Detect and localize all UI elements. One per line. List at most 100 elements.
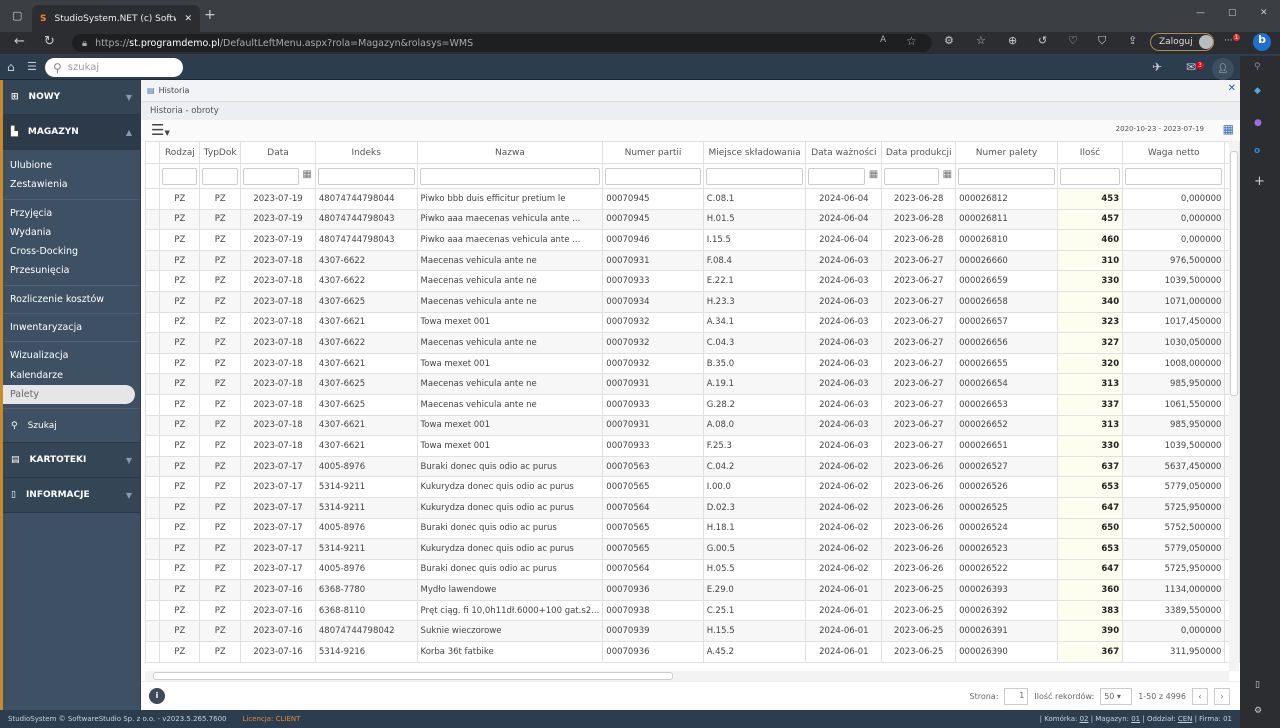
sidebar-item-kalendarze[interactable]: Kalendarze	[3, 366, 140, 385]
filter-input[interactable]	[202, 167, 239, 185]
filter-input[interactable]	[162, 167, 198, 185]
row-selector[interactable]	[145, 435, 161, 457]
info-icon[interactable]: i	[149, 688, 165, 704]
sidebar-section-kartoteki[interactable]: ▤ KARTOTEKI ▼	[3, 443, 140, 479]
table-row[interactable]: PZ PZ 2023-07-16 6368-8110 Pręt ciąg. fi 10,…	[145, 599, 1240, 622]
row-selector[interactable]	[145, 249, 161, 272]
filter-input[interactable]	[419, 167, 601, 185]
row-selector[interactable]	[145, 517, 161, 540]
table-row[interactable]: PZ PZ 2023-07-18 4307-6625 Maecenas vehicula…	[145, 373, 1240, 395]
table-row[interactable]: PZ PZ 2023-07-17 5314-9211 Kukurydza donec q…	[145, 496, 1240, 519]
read-aloud-icon[interactable]: A	[880, 35, 886, 45]
column-header[interactable]: Numer palety	[955, 141, 1058, 164]
mail-icon[interactable]: ✉	[1186, 60, 1196, 74]
row-selector[interactable]	[145, 332, 161, 354]
table-row[interactable]: PZ PZ 2023-07-18 4307-6621 Towa mexet 001 000…	[145, 352, 1240, 375]
row-selector[interactable]	[145, 496, 161, 519]
security-icon[interactable]: ⛉	[1098, 34, 1106, 48]
sidebar-section-informacje[interactable]: ▯ INFORMACJE ▼	[3, 478, 140, 514]
sidebar-item-cross-docking[interactable]: Cross-Docking	[3, 242, 140, 261]
column-header[interactable]: Data ważności	[805, 141, 883, 164]
sidebar-section-magazyn[interactable]: ▙ MAGAZYN ▲	[3, 115, 140, 150]
row-selector[interactable]	[145, 270, 161, 292]
table-row[interactable]: PZ PZ 2023-07-18 4307-6625 Maecenas vehicula…	[145, 393, 1240, 416]
magazyn-link[interactable]: 01	[1131, 715, 1140, 723]
sidebar-item-szukaj[interactable]: ⚲ Szukaj	[3, 408, 140, 444]
vertical-scrollbar[interactable]	[1229, 141, 1239, 671]
row-selector[interactable]	[145, 393, 161, 416]
table-row[interactable]: PZ PZ 2023-07-17 4005-8976 Buraki donec quis…	[145, 517, 1240, 540]
column-header[interactable]: Miejsce składowania	[702, 141, 807, 164]
table-row[interactable]: PZ PZ 2023-07-17 5314-9211 Kukurydza donec q…	[145, 476, 1240, 498]
table-row[interactable]: PZ PZ 2023-07-19 48074744798043 Piwko aaa ma…	[145, 208, 1240, 231]
close-tab-icon[interactable]: ✕	[184, 14, 192, 24]
column-header[interactable]: Numer partii	[602, 141, 704, 164]
login-button[interactable]: Zaloguj	[1150, 33, 1214, 51]
add-icon[interactable]: +	[1254, 174, 1265, 189]
row-selector[interactable]	[145, 599, 161, 622]
row-selector[interactable]	[145, 229, 161, 251]
refresh-icon[interactable]: ↻	[44, 34, 55, 49]
favorites-icon[interactable]: ☆	[976, 34, 986, 47]
more-icon[interactable]: ··· 1	[1224, 34, 1241, 46]
row-selector[interactable]	[145, 455, 161, 478]
row-selector[interactable]	[145, 558, 161, 581]
column-header[interactable]: Indeks	[314, 141, 418, 164]
row-selector[interactable]	[145, 352, 161, 375]
sidebar-item-ulubione[interactable]: Ulubione	[3, 156, 140, 175]
table-row[interactable]: PZ PZ 2023-07-18 4307-6622 Maecenas vehicula…	[145, 332, 1240, 354]
komorka-link[interactable]: 02	[1080, 715, 1089, 723]
filter-input[interactable]	[605, 167, 701, 185]
row-selector[interactable]	[145, 311, 161, 334]
filter-input[interactable]	[705, 167, 804, 185]
outlook-icon[interactable]: o	[1254, 146, 1260, 156]
column-header[interactable]: Data	[240, 141, 316, 164]
table-row[interactable]: PZ PZ 2023-07-16 48074744798042 Suknie wiecz…	[145, 620, 1240, 643]
url-field[interactable]: 🔒︎ https://st.programdemo.pl/DefaultLeft…	[72, 34, 932, 52]
table-row[interactable]: PZ PZ 2023-07-16 5314-9216 Korba 36t fatbike…	[145, 641, 1240, 663]
extensions-icon[interactable]: ⚙	[944, 34, 954, 47]
row-selector[interactable]	[145, 641, 161, 663]
collections-icon[interactable]: ⊕	[1008, 34, 1017, 47]
favorite-star-icon[interactable]: ☆	[906, 34, 917, 48]
oddzial-link[interactable]: CEN	[1178, 715, 1193, 723]
sidebar-toggle-icon[interactable]: ▯	[1255, 680, 1260, 690]
row-selector[interactable]	[145, 290, 161, 313]
scrollbar-thumb[interactable]	[1230, 151, 1238, 396]
calendar-icon[interactable]: ▦	[302, 169, 311, 180]
search-input[interactable]: ⚲ szukaj	[45, 58, 183, 77]
menu-toggle-icon[interactable]: ☰	[27, 60, 37, 73]
plane-icon[interactable]: ✈	[1152, 60, 1162, 74]
table-row[interactable]: PZ PZ 2023-07-19 48074744798043 Piwko aaa ma…	[145, 229, 1240, 251]
bing-icon[interactable]: b	[1253, 33, 1271, 51]
table-row[interactable]: PZ PZ 2023-07-16 6368-7780 Mydło lawendowe 00…	[145, 579, 1240, 601]
page-size-select[interactable]: 50 ▾	[1100, 688, 1133, 705]
filter-input[interactable]	[243, 167, 299, 185]
sidebar-item-przyj-cia[interactable]: Przyjęcia	[3, 204, 140, 223]
calendar-icon[interactable]: ▦	[869, 169, 878, 180]
row-selector[interactable]	[145, 579, 161, 601]
row-selector[interactable]	[145, 620, 161, 643]
filter-input[interactable]	[1125, 167, 1223, 185]
scrollbar-thumb[interactable]	[153, 672, 673, 680]
sidebar-item-inwentaryzacja[interactable]: Inwentaryzacja	[3, 318, 140, 337]
home-icon[interactable]: ⌂	[7, 60, 15, 74]
table-row[interactable]: PZ PZ 2023-07-18 4307-6622 Maecenas vehicula…	[145, 270, 1240, 292]
sidebar-item-wydania[interactable]: Wydania	[3, 223, 140, 242]
row-selector[interactable]	[145, 476, 161, 498]
sidebar-item-zestawienia[interactable]: Zestawienia	[3, 175, 140, 194]
row-selector[interactable]	[145, 538, 161, 560]
calendar-icon[interactable]: ▦	[1223, 122, 1234, 136]
row-selector[interactable]	[145, 373, 161, 395]
history-icon[interactable]: ↺	[1038, 34, 1047, 47]
new-tab-button[interactable]: +	[204, 7, 216, 23]
table-row[interactable]: PZ PZ 2023-07-17 4005-8976 Buraki donec quis…	[145, 558, 1240, 581]
sidebar-item-rozliczenie-koszt-w[interactable]: Rozliczenie kosztów	[3, 290, 140, 309]
row-selector[interactable]	[145, 414, 161, 437]
prev-page-button[interactable]: ‹	[1192, 688, 1208, 705]
column-header[interactable]: Nazwa	[416, 141, 604, 164]
table-row[interactable]: PZ PZ 2023-07-18 4307-6621 Towa mexet 001 000…	[145, 435, 1240, 457]
tab-actions-icon[interactable]: ▢	[12, 9, 22, 22]
filter-input[interactable]	[958, 167, 1055, 185]
table-row[interactable]: PZ PZ 2023-07-17 5314-9211 Kukurydza donec q…	[145, 538, 1240, 560]
